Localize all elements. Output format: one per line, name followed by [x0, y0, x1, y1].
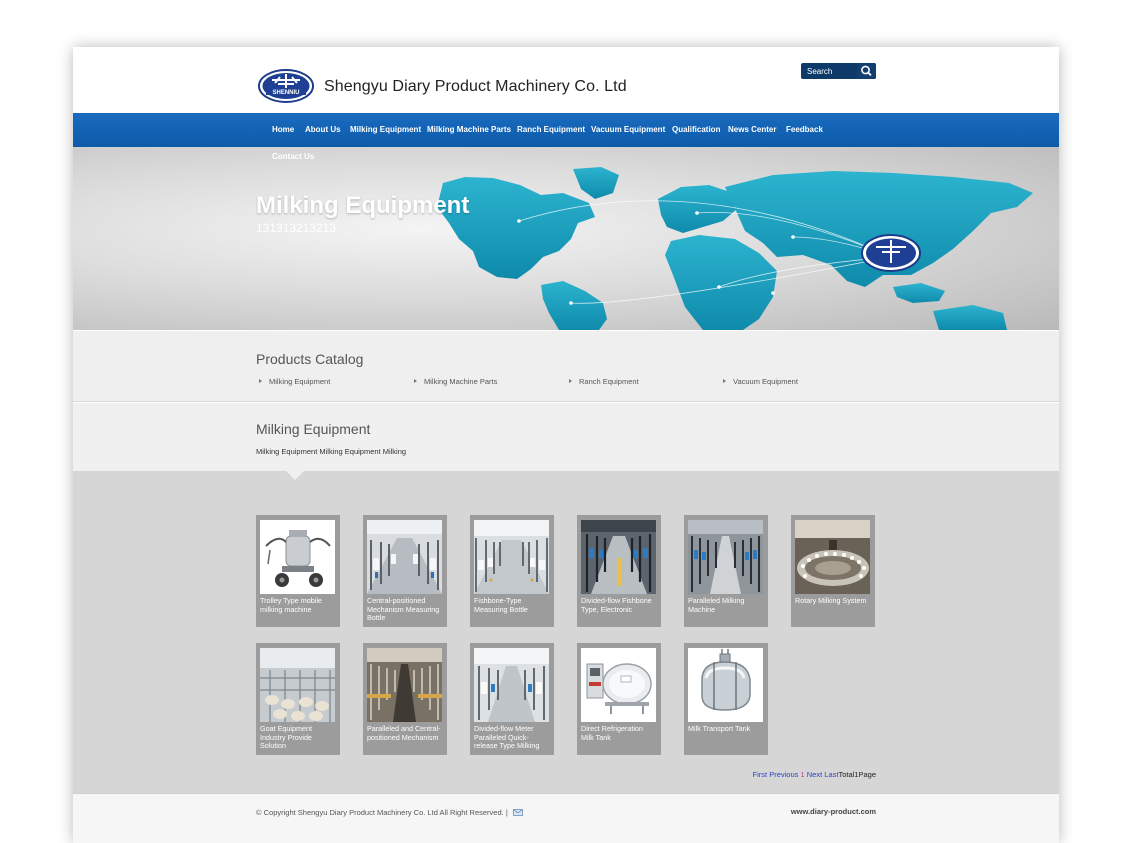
hero-banner: Milking Equipment 131313213213 Contact U… [73, 147, 1059, 330]
product-card[interactable]: Direct Refrigeration Milk Tank [577, 643, 661, 755]
product-caption: Goat Equipment Industry Provide Solution [260, 724, 312, 750]
nav-contact-us[interactable]: Contact Us [272, 152, 314, 161]
product-card[interactable]: Central-positioned Mechanism Measuring B… [363, 515, 447, 627]
product-caption: Paralleled and Central-positioned Mechan… [367, 724, 441, 742]
nav-qualification[interactable]: Qualification [672, 125, 720, 134]
product-caption: Divided-flow Fishbone Type, Electronic [581, 596, 652, 614]
section-pointer [286, 471, 304, 480]
nav-news-center[interactable]: News Center [728, 125, 776, 134]
catalog-item-milking-machine-parts[interactable]: Milking Machine Parts [414, 377, 497, 386]
product-caption: Divided-flow Meter Paralleled Quick-rele… [474, 724, 540, 750]
banner-title: Milking Equipment [256, 192, 470, 219]
header: SHENNIU Shengyu Diary Product Machinery … [73, 47, 1059, 113]
nav-home[interactable]: Home [272, 125, 294, 134]
product-caption: Milk Transport Tank [688, 724, 751, 733]
product-card[interactable]: Rotary Milking System [791, 515, 875, 627]
copyright: © Copyright Shengyu Diary Product Machin… [256, 808, 523, 817]
mail-icon[interactable] [512, 809, 523, 816]
catalog-title: Products Catalog [256, 351, 364, 367]
product-thumbnail [260, 648, 335, 722]
section-title: Milking Equipment [256, 421, 371, 437]
product-thumbnail [474, 520, 549, 594]
product-card[interactable]: Milk Transport Tank [684, 643, 768, 755]
product-thumbnail [474, 648, 549, 722]
product-thumbnail [581, 520, 656, 594]
nav-about-us[interactable]: About Us [305, 125, 341, 134]
nav-ranch-equipment[interactable]: Ranch Equipment [517, 125, 585, 134]
breadcrumb: Milking Equipment Milking Equipment Milk… [256, 447, 407, 456]
pagination-total: Total1Page [838, 770, 876, 779]
nav-vacuum-equipment[interactable]: Vacuum Equipment [591, 125, 665, 134]
logo-text: SHENNIU [272, 90, 299, 96]
pagination-previous[interactable]: Previous [769, 770, 798, 779]
shenniu-logo[interactable]: SHENNIU [258, 69, 314, 103]
product-thumbnail [367, 520, 442, 594]
search-input[interactable] [801, 63, 857, 79]
product-thumbnail [795, 520, 870, 594]
section-header: Milking Equipment Milking Equipment Milk… [73, 403, 1059, 471]
product-caption: Paralleled Milking Machine [688, 596, 745, 614]
pagination-first[interactable]: First [753, 770, 768, 779]
company-name: Shengyu Diary Product Machinery Co. Ltd [324, 78, 627, 95]
product-caption: Direct Refrigeration Milk Tank [581, 724, 643, 742]
product-card[interactable]: Fishbone-Type Measuring Bottle [470, 515, 554, 627]
pagination: First Previous 1 Next LastTotal1Page [753, 770, 876, 779]
footer-separator: | [505, 808, 508, 817]
footer: © Copyright Shengyu Diary Product Machin… [73, 793, 1059, 843]
search-icon [861, 65, 872, 77]
world-map-graphic [437, 167, 1033, 330]
page: SHENNIU Shengyu Diary Product Machinery … [73, 47, 1059, 843]
nav-feedback[interactable]: Feedback [786, 125, 823, 134]
nav-milking-equipment[interactable]: Milking Equipment [350, 125, 421, 134]
main-nav: Home About Us Milking Equipment Milking … [73, 113, 1059, 147]
nav-milking-machine-parts[interactable]: Milking Machine Parts [427, 125, 511, 134]
product-card[interactable]: Paralleled and Central-positioned Mechan… [363, 643, 447, 755]
pagination-current-page: 1 [800, 770, 805, 779]
product-caption: Rotary Milking System [795, 596, 867, 605]
copyright-text: © Copyright Shengyu Diary Product Machin… [256, 808, 504, 817]
product-thumbnail [367, 648, 442, 722]
product-card[interactable]: Goat Equipment Industry Provide Solution [256, 643, 340, 755]
product-card[interactable]: Paralleled Milking Machine [684, 515, 768, 627]
catalog-item-milking-equipment[interactable]: Milking Equipment [259, 377, 330, 386]
footer-domain[interactable]: www.diary-product.com [791, 807, 876, 816]
search-button[interactable] [857, 63, 876, 79]
product-thumbnail [581, 648, 656, 722]
product-card[interactable]: Divided-flow Meter Paralleled Quick-rele… [470, 643, 554, 755]
product-card[interactable]: Divided-flow Fishbone Type, Electronic [577, 515, 661, 627]
product-caption: Fishbone-Type Measuring Bottle [474, 596, 528, 614]
catalog-item-ranch-equipment[interactable]: Ranch Equipment [569, 377, 639, 386]
search-box [801, 63, 876, 79]
product-caption: Central-positioned Mechanism Measuring B… [367, 596, 440, 622]
pagination-next[interactable]: Next [807, 770, 822, 779]
catalog-item-vacuum-equipment[interactable]: Vacuum Equipment [723, 377, 798, 386]
product-grid [73, 471, 1059, 793]
product-thumbnail [688, 520, 763, 594]
pagination-last[interactable]: Last [824, 770, 838, 779]
product-thumbnail [260, 520, 335, 594]
product-thumbnail [688, 648, 763, 722]
banner-logo-badge [861, 234, 921, 272]
product-caption: Trolley Type mobile milking machine [260, 596, 322, 614]
banner-subtitle: 131313213213 [256, 221, 337, 235]
product-card[interactable]: Trolley Type mobile milking machine [256, 515, 340, 627]
products-catalog: Products Catalog Milking Equipment Milki… [73, 331, 1059, 402]
